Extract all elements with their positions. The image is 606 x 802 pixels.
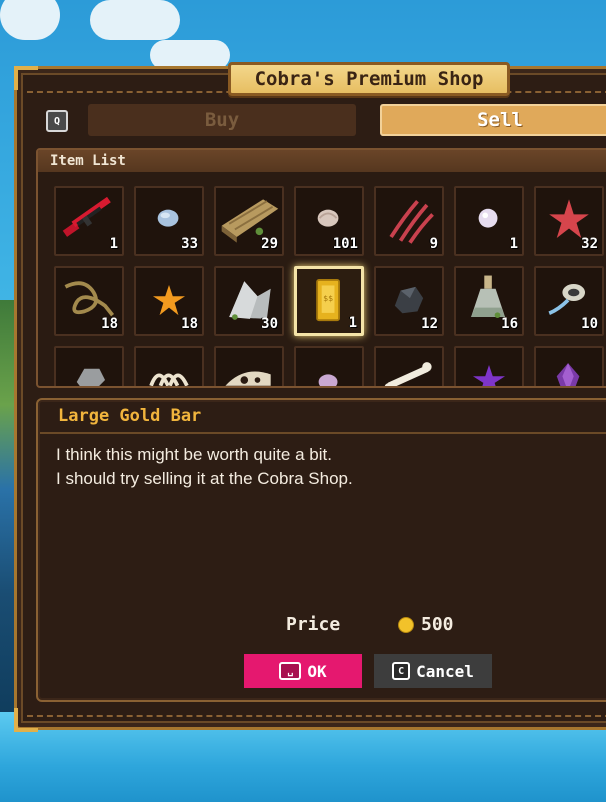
item-quantity: 18: [181, 316, 198, 332]
cloud: [90, 0, 180, 40]
svg-text:$$: $$: [323, 293, 333, 303]
coin-icon: [398, 617, 414, 633]
item-quantity: 9: [429, 236, 438, 252]
item-quantity: 32: [581, 236, 598, 252]
ok-button-label: OK: [307, 661, 327, 681]
item-slot[interactable]: 16: [454, 266, 524, 336]
amethyst-icon: [556, 363, 580, 386]
shop-title: Cobra's Premium Shop: [228, 62, 510, 96]
tab-sell[interactable]: Sell: [380, 104, 606, 136]
item-slot[interactable]: [454, 346, 524, 386]
item-slot[interactable]: [134, 346, 204, 386]
ribcage-bone-icon: [149, 373, 189, 386]
purple-shell-icon: [318, 374, 338, 386]
item-slot[interactable]: 1: [454, 186, 524, 256]
tab-buy[interactable]: Buy: [88, 104, 356, 136]
tab-switch-key-hint: Q: [46, 110, 68, 132]
item-slot[interactable]: [534, 346, 604, 386]
cancel-button[interactable]: C Cancel: [374, 654, 492, 688]
item-slot[interactable]: 101: [294, 186, 364, 256]
cancel-button-label: Cancel: [416, 661, 474, 681]
item-quantity: 1: [348, 315, 357, 331]
item-slot[interactable]: 12: [374, 266, 444, 336]
item-slot[interactable]: [294, 346, 364, 386]
item-quantity: 1: [109, 236, 118, 252]
item-slot[interactable]: [54, 346, 124, 386]
item-quantity: 10: [581, 316, 598, 332]
item-name: Large Gold Bar: [58, 406, 202, 426]
item-slot[interactable]: [214, 346, 284, 386]
panel-bottom-divider: [27, 715, 606, 717]
item-quantity: 33: [181, 236, 198, 252]
item-quantity: 1: [509, 236, 518, 252]
item-slot-selected[interactable]: $$ 1: [294, 266, 364, 336]
item-slot[interactable]: 9: [374, 186, 444, 256]
item-quantity: 29: [261, 236, 278, 252]
item-description-line-2: I should try selling it at the Cobra Sho…: [56, 469, 353, 488]
item-slot[interactable]: [374, 346, 444, 386]
skull-fossil-icon: [225, 371, 271, 386]
item-quantity: 16: [501, 316, 518, 332]
cancel-key-hint: C: [392, 662, 411, 680]
corner-ornament: [14, 66, 38, 90]
item-description-line-1: I think this might be worth quite a bit.: [56, 445, 332, 464]
purple-starfish-icon: [472, 364, 506, 386]
item-list-panel: Item List 1 33 29 101 9 1 32 18 18 30 $$…: [36, 148, 606, 388]
price-label: Price: [286, 614, 341, 635]
item-quantity: 12: [421, 316, 438, 332]
item-slot[interactable]: 1: [54, 186, 124, 256]
ok-button[interactable]: ␣ OK: [244, 654, 362, 688]
item-slot[interactable]: 32: [534, 186, 604, 256]
price-value: 500: [421, 614, 454, 635]
item-slot[interactable]: 10: [534, 266, 604, 336]
item-list-header: Item List: [38, 150, 606, 172]
stone-icon: [76, 368, 106, 386]
item-quantity: 30: [261, 316, 278, 332]
bone-icon: [384, 362, 432, 386]
corner-ornament: [14, 708, 38, 732]
cloud: [0, 0, 60, 40]
detail-divider: [40, 432, 606, 434]
item-slot[interactable]: 18: [54, 266, 124, 336]
item-quantity: 18: [101, 316, 118, 332]
item-slot[interactable]: 33: [134, 186, 204, 256]
item-slot[interactable]: 30: [214, 266, 284, 336]
item-quantity: 101: [332, 236, 358, 252]
space-key-icon: ␣: [279, 662, 302, 680]
item-slot[interactable]: 29: [214, 186, 284, 256]
item-slot[interactable]: 18: [134, 266, 204, 336]
